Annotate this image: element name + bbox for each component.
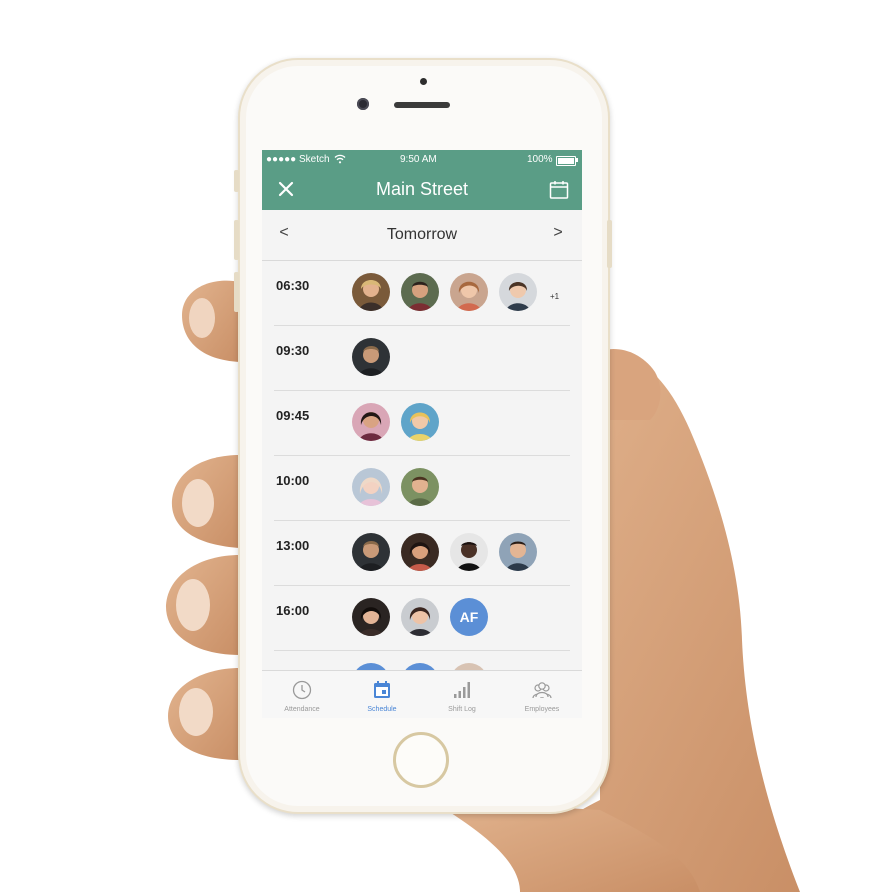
tab-employees[interactable]: Employees [502,671,582,718]
tab-bar: Attendance Schedule Shift Log Employees [262,670,582,718]
tab-shift-log[interactable]: Shift Log [422,671,502,718]
slot-time: 09:45 [276,408,310,423]
more-count[interactable]: +1 [550,292,559,301]
avatar[interactable] [352,533,390,571]
earpiece-speaker [394,102,450,108]
avatar[interactable] [352,403,390,441]
day-navigator: < Tomorrow > [262,210,582,261]
avatar[interactable] [499,533,537,571]
avatar[interactable] [352,468,390,506]
volume-up-button [234,220,239,260]
avatar[interactable] [352,338,390,376]
status-time: 9:50 AM [400,154,437,165]
proximity-sensor [420,78,427,85]
schedule-slot[interactable]: 10:00 [274,456,570,521]
day-title: Tomorrow [386,226,458,243]
avatar[interactable] [352,273,390,311]
status-bar: ●●●●● Sketch 9:50 AM 100% [262,150,582,170]
tab-attendance[interactable]: Attendance [262,671,342,718]
avatar-initials[interactable]: AF [450,598,488,636]
people-icon [532,682,552,699]
power-button [607,220,612,268]
schedule-slot[interactable]: 09:30 [274,326,570,391]
slot-time: 10:00 [276,473,310,488]
avatar[interactable] [499,273,537,311]
tab-label: Shift Log [448,706,476,713]
schedule-slot[interactable]: 09:45 [274,391,570,456]
battery-percent: 100% [527,154,553,165]
screen: ●●●●● Sketch 9:50 AM 100% Main Street < … [262,150,582,718]
carrier-label: ●●●●● Sketch [266,154,330,165]
slot-time: 13:00 [276,538,310,553]
calendar-icon [374,681,390,698]
avatar[interactable] [401,533,439,571]
clock-icon [292,680,312,700]
wifi-icon [334,154,346,164]
schedule-slot[interactable]: 06:30 +1 [274,261,570,326]
slot-time: 16:00 [276,603,310,618]
avatar[interactable] [450,533,488,571]
battery-icon [556,156,576,166]
front-camera [357,98,369,110]
avatar[interactable] [352,598,390,636]
volume-down-button [234,272,239,312]
mute-switch [234,170,239,192]
tab-label: Schedule [367,706,397,713]
avatar[interactable] [401,273,439,311]
schedule-slot[interactable]: 13:00 [274,521,570,586]
slot-time: 06:30 [276,278,310,293]
schedule-slot[interactable]: 16:00 AF [274,586,570,651]
battery-tip [576,158,578,162]
page-title: Main Street [375,179,469,199]
slot-time: 09:30 [276,343,310,358]
home-button[interactable] [393,732,449,788]
header-bar: Main Street [262,170,582,210]
phone-frame: ●●●●● Sketch 9:50 AM 100% Main Street < … [234,58,612,814]
next-day-button[interactable]: > [548,224,568,242]
avatar[interactable] [401,598,439,636]
calendar-icon[interactable] [548,179,570,201]
tab-schedule[interactable]: Schedule [342,671,422,718]
bar-chart-icon [454,682,470,698]
tab-label: Employees [524,706,560,713]
avatar[interactable] [450,273,488,311]
avatar[interactable] [401,468,439,506]
tab-label: Attendance [284,706,320,713]
avatar[interactable] [401,403,439,441]
